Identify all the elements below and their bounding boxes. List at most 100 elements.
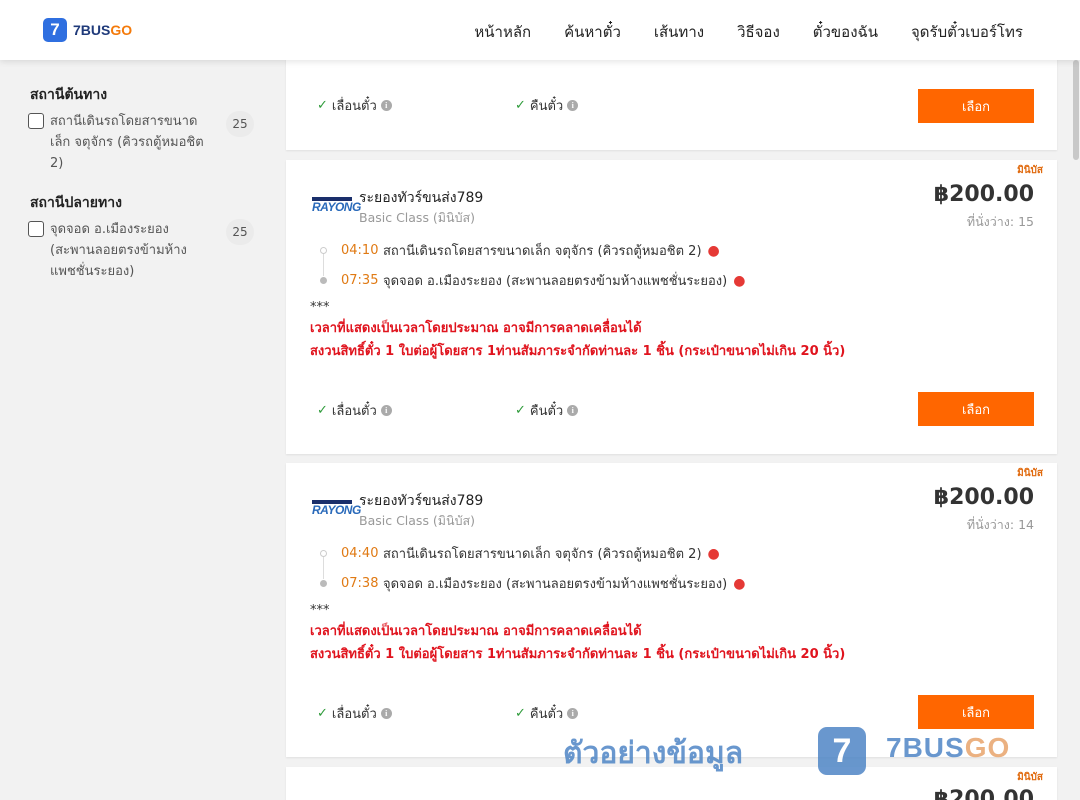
nav-my-tickets[interactable]: ตั๋วของฉัน <box>813 20 878 44</box>
operator-logo-text: RAYONG <box>312 503 361 517</box>
arrival-station: จุดจอด อ.เมืองระยอง (สะพานลอยตรงข้ามห้าง… <box>383 577 728 592</box>
trip-card: มินิบัส RAYONG ระยองทัวร์ขนส่ง789 Basic … <box>286 463 1057 757</box>
vehicle-type-badge: มินิบัส <box>1017 772 1043 783</box>
service-class: Basic Class (มินิบัส) <box>359 210 476 225</box>
scrollbar-track[interactable] <box>1072 60 1080 800</box>
arrival-stop: 07:38 จุดจอด อ.เมืองระยอง (สะพานลอยตรงข้… <box>320 573 745 594</box>
reschedule-label: เลื่อนตั๋ว <box>331 99 377 114</box>
info-icon[interactable]: i <box>380 100 392 111</box>
logo-text: 7BUSGO <box>73 22 132 38</box>
destination-station-title: สถานีปลายทาง <box>30 195 122 211</box>
map-pin-icon[interactable]: ● <box>708 243 720 259</box>
arrival-time: 07:38 <box>341 576 379 591</box>
select-button[interactable]: เลือก <box>918 695 1034 729</box>
arrival-stop: 07:35 จุดจอด อ.เมืองระยอง (สะพานลอยตรงข้… <box>320 270 745 291</box>
notice-line-1: เวลาที่แสดงเป็นเวลาโดยประมาณ อาจมีการคลา… <box>310 624 642 639</box>
destination-checkbox[interactable] <box>28 221 44 237</box>
nav-routes[interactable]: เส้นทาง <box>654 20 704 44</box>
seats-available: ที่นั่งว่าง: 15 <box>966 214 1034 229</box>
map-pin-icon[interactable]: ● <box>733 273 745 289</box>
ticket-price: ฿200.00 <box>933 182 1034 207</box>
origin-station-title: สถานีต้นทาง <box>30 87 108 103</box>
origin-station-option[interactable]: สถานีเดินรถโดยสารขนาดเล็ก จตุจักร (คิวรถ… <box>28 111 258 174</box>
logo-mark: 7 <box>43 18 67 42</box>
scrollbar-thumb[interactable] <box>1073 60 1079 160</box>
reschedule-label: เลื่อนตั๋ว <box>331 707 377 722</box>
watermark-brand-part1: 7BUS <box>886 732 965 763</box>
notice-line-2: สงวนสิทธิ์ตั๋ว 1 ใบต่อผู้โดยสาร 1ท่านสัม… <box>310 647 846 662</box>
check-icon: ✓ <box>317 98 328 113</box>
nav-home[interactable]: หน้าหลัก <box>474 20 531 44</box>
info-icon[interactable]: i <box>567 405 579 416</box>
info-icon[interactable]: i <box>567 708 579 719</box>
arrival-dot <box>320 277 327 284</box>
top-header: 7 7BUSGO หน้าหลัก ค้นหาตั๋ว เส้นทาง วิธี… <box>0 0 1080 60</box>
departure-dot <box>320 550 327 557</box>
reschedule-feature: ✓ เลื่อนตั๋ว i <box>317 95 392 116</box>
logo-text-part1: 7BUS <box>73 22 111 38</box>
refund-feature: ✓ คืนตั๋ว i <box>515 703 579 724</box>
operator-logo: RAYONG <box>312 500 361 518</box>
watermark-logo-mark: 7 <box>818 727 866 775</box>
arrival-dot <box>320 580 327 587</box>
watermark-brand-part2: GO <box>964 732 1011 763</box>
ticket-price: ฿200.00 <box>933 485 1034 510</box>
destination-station-option[interactable]: จุดจอด อ.เมืองระยอง (สะพานลอยตรงข้ามห้าง… <box>28 219 258 282</box>
arrival-time: 07:35 <box>341 273 379 288</box>
service-class: Basic Class (มินิบัส) <box>359 513 476 528</box>
departure-time: 04:40 <box>341 546 379 561</box>
reschedule-label: เลื่อนตั๋ว <box>331 404 377 419</box>
notice-text: เวลาที่แสดงเป็นเวลาโดยประมาณ อาจมีการคลา… <box>310 620 845 666</box>
refund-label: คืนตั๋ว <box>529 707 564 722</box>
check-icon: ✓ <box>317 706 328 721</box>
operator-name: ระยองทัวร์ขนส่ง789 <box>359 190 484 206</box>
refund-label: คืนตั๋ว <box>529 99 564 114</box>
info-icon[interactable]: i <box>567 100 579 111</box>
departure-time: 04:10 <box>341 243 379 258</box>
nav-pickup-points[interactable]: จุดรับตั๋วเบอร์โทร <box>911 20 1023 44</box>
map-pin-icon[interactable]: ● <box>708 546 720 562</box>
nav-search-tickets[interactable]: ค้นหาตั๋ว <box>564 20 621 44</box>
check-icon: ✓ <box>515 403 526 418</box>
ticket-price: ฿200.00 <box>933 787 1034 800</box>
select-button[interactable]: เลือก <box>918 392 1034 426</box>
notice-line-1: เวลาที่แสดงเป็นเวลาโดยประมาณ อาจมีการคลา… <box>310 321 642 336</box>
origin-checkbox[interactable] <box>28 113 44 129</box>
watermark-text: ตัวอย่างข้อมูล <box>563 736 744 771</box>
filter-sidebar: สถานีต้นทาง สถานีเดินรถโดยสารขนาดเล็ก จต… <box>0 60 270 800</box>
operator-logo-text: RAYONG <box>312 200 361 214</box>
logo-text-part2: GO <box>110 22 133 38</box>
destination-station-label: จุดจอด อ.เมืองระยอง (สะพานลอยตรงข้ามห้าง… <box>50 222 187 279</box>
refund-feature: ✓ คืนตั๋ว i <box>515 400 579 421</box>
notice-line-2: สงวนสิทธิ์ตั๋ว 1 ใบต่อผู้โดยสาร 1ท่านสัม… <box>310 344 846 359</box>
map-pin-icon[interactable]: ● <box>733 576 745 592</box>
vehicle-type-badge: มินิบัส <box>1017 165 1043 176</box>
departure-stop: 04:40 สถานีเดินรถโดยสารขนาดเล็ก จตุจักร … <box>320 543 720 564</box>
seats-available: ที่นั่งว่าง: 14 <box>966 517 1034 532</box>
refund-feature: ✓ คืนตั๋ว i <box>515 95 579 116</box>
info-icon[interactable]: i <box>380 708 392 719</box>
departure-stop: 04:10 สถานีเดินรถโดยสารขนาดเล็ก จตุจักร … <box>320 240 720 261</box>
notice-stars: *** <box>310 603 330 618</box>
vehicle-type-badge: มินิบัส <box>1017 468 1043 479</box>
check-icon: ✓ <box>317 403 328 418</box>
trip-card: มินิบัส RAYONG ระยองทัวร์ขนส่ง789 Basic … <box>286 160 1057 454</box>
notice-text: เวลาที่แสดงเป็นเวลาโดยประมาณ อาจมีการคลา… <box>310 317 845 363</box>
info-icon[interactable]: i <box>380 405 392 416</box>
arrival-station: จุดจอด อ.เมืองระยอง (สะพานลอยตรงข้ามห้าง… <box>383 274 728 289</box>
departure-station: สถานีเดินรถโดยสารขนาดเล็ก จตุจักร (คิวรถ… <box>383 244 702 259</box>
nav-how-to-book[interactable]: วิธีจอง <box>737 20 780 44</box>
origin-count-badge: 25 <box>226 111 254 137</box>
reschedule-feature: ✓ เลื่อนตั๋ว i <box>317 400 392 421</box>
check-icon: ✓ <box>515 98 526 113</box>
watermark-brand: 7BUSGO <box>886 732 1010 764</box>
notice-stars: *** <box>310 300 330 315</box>
operator-logo: RAYONG <box>312 197 361 215</box>
brand-logo[interactable]: 7 7BUSGO <box>43 18 132 42</box>
reschedule-feature: ✓ เลื่อนตั๋ว i <box>317 703 392 724</box>
trip-card-partial-top: ✓ เลื่อนตั๋ว i ✓ คืนตั๋ว i เลือก <box>286 55 1057 150</box>
operator-name: ระยองทัวร์ขนส่ง789 <box>359 493 484 509</box>
departure-dot <box>320 247 327 254</box>
departure-station: สถานีเดินรถโดยสารขนาดเล็ก จตุจักร (คิวรถ… <box>383 547 702 562</box>
select-button[interactable]: เลือก <box>918 89 1034 123</box>
